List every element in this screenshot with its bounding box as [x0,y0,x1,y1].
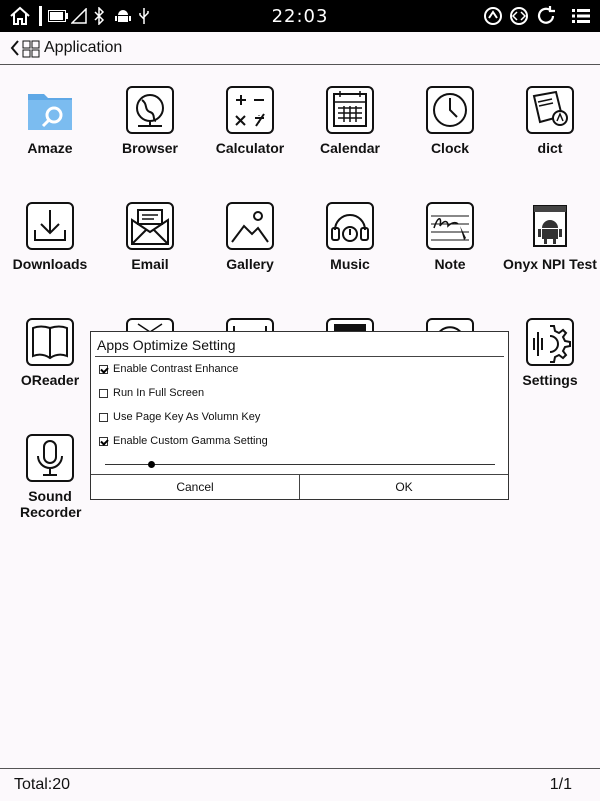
note-icon [426,202,474,250]
app-label: Calendar [320,140,380,156]
app-label: Sound Recorder [20,488,82,520]
checkbox-checked[interactable] [99,436,108,446]
app-label: Email [131,256,169,272]
dialog-divider [95,356,504,357]
app-label: dict [537,140,563,156]
apps-optimize-dialog: Apps Optimize Setting Enable Contrast En… [90,331,509,500]
app-label: Music [330,256,370,272]
gallery-icon [226,202,274,250]
download-icon [26,202,74,250]
book-icon [26,318,74,366]
page-indicator: 1/1 [549,776,572,793]
app-label: OReader [20,372,80,388]
dialog-title: Apps Optimize Setting [97,337,236,353]
app-music[interactable]: Music [300,202,400,272]
email-icon [126,202,174,250]
app-label: Gallery [226,256,274,272]
app-gallery[interactable]: Gallery [200,202,300,272]
option-contrast-enhance[interactable]: Enable Contrast Enhance [99,362,238,376]
cancel-button[interactable]: Cancel [91,475,299,499]
option-label: Enable Contrast Enhance [113,363,239,375]
calendar-icon [326,86,374,134]
dialog-buttons: Cancel OK [91,474,508,499]
option-label: Use Page Key As Volumn Key [113,411,261,423]
app-sound-recorder[interactable]: Sound Recorder [0,434,100,520]
app-note[interactable]: Note [400,202,500,272]
app-label: Downloads [12,256,88,272]
checkbox-unchecked[interactable] [99,412,108,422]
app-settings[interactable]: Settings [500,318,600,388]
dictionary-icon [526,86,574,134]
headphones-icon [326,202,374,250]
back-arrow-icon[interactable] [10,39,20,61]
app-amaze[interactable]: Amaze [0,86,100,156]
menu-list-icon[interactable] [570,4,592,28]
microphone-icon [26,434,74,482]
folder-search-icon [26,86,74,134]
clock-icon [426,86,474,134]
calculator-icon [226,86,274,134]
app-clock[interactable]: Clock [400,86,500,156]
app-oreader[interactable]: OReader [0,318,100,388]
status-bar: 22:03 [0,0,600,32]
app-label: Clock [430,140,470,156]
option-page-key-volume[interactable]: Use Page Key As Volumn Key [99,410,260,424]
checkbox-unchecked[interactable] [99,388,108,398]
gamma-slider-handle[interactable] [148,461,156,468]
app-email[interactable]: Email [100,202,200,272]
app-downloads[interactable]: Downloads [0,202,100,272]
app-label: Browser [121,140,179,156]
app-header: Application [0,32,600,65]
app-label: Amaze [27,140,73,156]
rotate-icon[interactable] [482,4,504,28]
option-custom-gamma[interactable]: Enable Custom Gamma Setting [99,434,268,448]
app-dict[interactable]: dict [500,86,600,156]
page-title: Application [44,39,123,56]
app-calendar[interactable]: Calendar [300,86,400,156]
refresh-icon[interactable] [534,4,558,28]
option-label: Enable Custom Gamma Setting [113,435,268,447]
settings-icon [526,318,574,366]
android-test-icon [526,202,574,250]
app-browser[interactable]: Browser [100,86,200,156]
gamma-slider-track[interactable] [105,464,495,465]
option-label: Run In Full Screen [113,387,205,399]
app-label: Settings [522,372,578,388]
globe-icon [126,86,174,134]
app-label: Note [434,256,466,272]
app-calculator[interactable]: Calculator [200,86,300,156]
ok-button[interactable]: OK [299,475,508,499]
dual-arrow-icon[interactable] [508,4,530,28]
footer-bar: Total:20 1/1 [0,768,600,801]
app-label: Calculator [215,140,285,156]
checkbox-checked[interactable] [99,364,108,374]
grid-icon [22,40,40,62]
app-label: Onyx NPI Test [503,256,597,272]
app-onyx-npi-test[interactable]: Onyx NPI Test [500,202,600,272]
option-full-screen[interactable]: Run In Full Screen [99,386,204,400]
total-count: Total:20 [14,776,71,793]
